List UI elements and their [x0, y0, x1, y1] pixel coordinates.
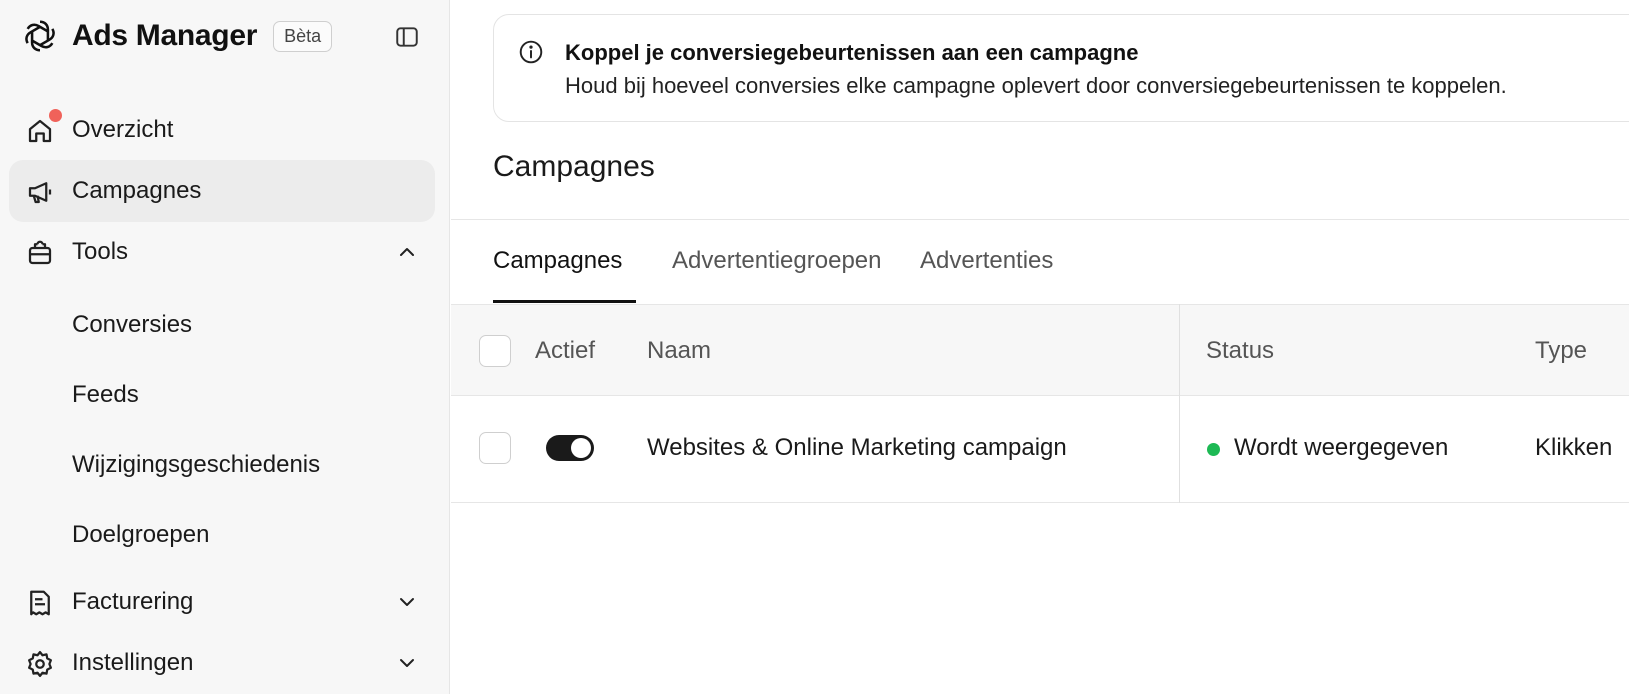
chevron-down-icon	[400, 659, 414, 667]
sidebar-subitem-conversies[interactable]: Conversies	[72, 311, 192, 339]
sidebar-subitem-doelgroepen[interactable]: Doelgroepen	[72, 521, 209, 549]
toolbox-icon	[28, 240, 52, 265]
main-content: Koppel je conversiegebeurtenissen aan ee…	[451, 0, 1629, 694]
sidebar-subitem-feeds[interactable]: Feeds	[72, 381, 139, 409]
page-title: Campagnes	[493, 150, 655, 183]
sidebar-item-label: Overzicht	[72, 116, 174, 143]
notification-dot	[49, 109, 62, 122]
app-title: Ads Manager	[72, 19, 258, 52]
gear-icon	[28, 651, 52, 677]
sidebar-item-label: Campagnes	[72, 177, 202, 204]
campaign-status: Wordt weergegeven	[1234, 434, 1449, 461]
active-tab-indicator	[493, 300, 636, 303]
tab-campagnes[interactable]: Campagnes	[493, 247, 622, 275]
tab-advertenties[interactable]: Advertenties	[920, 247, 1053, 275]
campaign-type: Klikken	[1535, 434, 1613, 461]
chevron-up-icon	[400, 248, 414, 256]
row-checkbox[interactable]	[479, 432, 511, 464]
banner-body: Houd bij hoeveel conversies elke campagn…	[565, 73, 1507, 98]
openai-logo-icon[interactable]	[20, 16, 60, 56]
sidebar-item-label: Facturering	[72, 588, 194, 615]
sidebar-item-campagnes[interactable]: Campagnes	[9, 160, 435, 222]
column-header-name[interactable]: Naam	[647, 337, 711, 365]
sidebar-subitem-wijzigingsgeschiedenis[interactable]: Wijzigingsgeschiedenis	[72, 451, 320, 479]
info-icon	[519, 40, 543, 64]
status-indicator-dot	[1207, 443, 1220, 456]
divider	[451, 219, 1629, 220]
sidebar-item-instellingen[interactable]: Instellingen	[9, 632, 435, 694]
banner-title: Koppel je conversiegebeurtenissen aan ee…	[565, 40, 1139, 65]
sidebar-panel-icon	[396, 27, 418, 47]
receipt-icon	[30, 590, 50, 616]
chevron-down-icon	[400, 598, 414, 606]
sidebar-item-overzicht[interactable]: Overzicht	[9, 99, 435, 161]
sidebar-item-facturering[interactable]: Facturering	[9, 571, 435, 633]
campaign-name-link[interactable]: Websites & Online Marketing campaign	[647, 434, 1067, 462]
sidebar-item-label: Instellingen	[72, 649, 194, 676]
sidebar-toggle-button[interactable]	[392, 22, 422, 52]
table-header: Actief Naam Status Type	[451, 304, 1629, 396]
sidebar: Ads Manager Bèta Overzicht Campagnes Too…	[0, 0, 450, 694]
sidebar-item-label: Tools	[72, 238, 129, 265]
sidebar-item-tools[interactable]: Tools	[9, 221, 435, 283]
megaphone-icon	[28, 182, 52, 204]
conversion-banner: Koppel je conversiegebeurtenissen aan ee…	[493, 14, 1629, 122]
column-divider	[1179, 304, 1180, 503]
column-header-type[interactable]: Type	[1535, 337, 1587, 365]
beta-badge: Bèta	[273, 20, 333, 52]
tab-advertentiegroepen[interactable]: Advertentiegroepen	[672, 247, 881, 275]
active-toggle[interactable]	[546, 435, 594, 461]
column-header-status[interactable]: Status	[1206, 337, 1274, 365]
column-header-active[interactable]: Actief	[535, 337, 595, 365]
brand: Ads Manager Bèta	[20, 16, 333, 56]
toggle-knob	[571, 438, 591, 458]
table-row[interactable]: Websites & Online Marketing campaign Wor…	[451, 396, 1629, 503]
select-all-checkbox[interactable]	[479, 335, 511, 367]
